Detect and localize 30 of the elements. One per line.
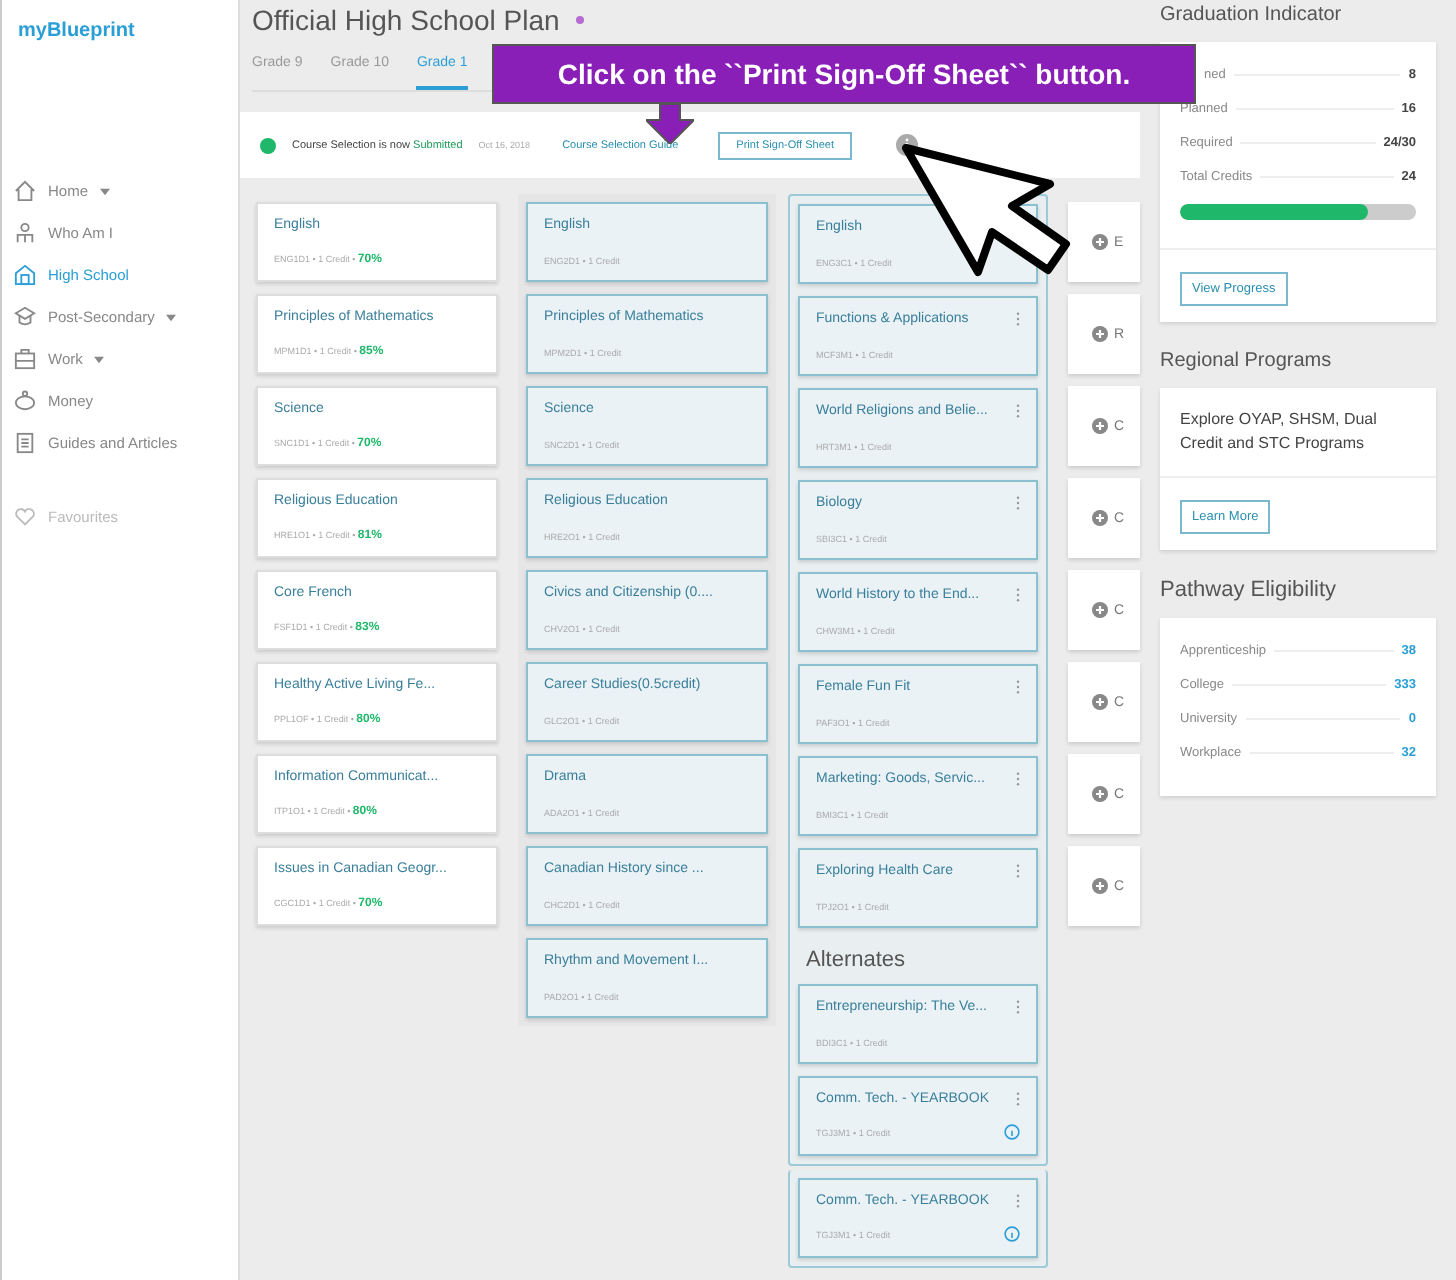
regional-text: Explore OYAP, SHSM, Dual Credit and STC Programs [1180,408,1379,456]
caret-icon [166,313,177,321]
heart-icon [14,506,36,528]
person-icon [14,222,36,244]
status-dot [260,137,276,153]
brand-logo[interactable]: myBlueprint [2,0,238,62]
school-icon [14,264,36,286]
caret-icon [100,187,111,195]
caret-icon [94,355,105,363]
plus-icon [1092,234,1108,250]
plus-icon [1092,418,1108,434]
section-heading: Pathway Eligibility [1160,578,1339,602]
status-dot [575,16,584,24]
section-heading: Graduation Indicator [1160,4,1344,26]
plus-icon [1092,786,1108,802]
plus-icon [1092,602,1108,618]
alternates-heading: Alternates [804,946,908,972]
piggy-icon [14,390,36,412]
plus-icon [1092,694,1108,710]
doc-icon [14,432,36,454]
page-title: Official High School Plan [252,4,560,36]
down-arrow-icon [646,104,694,144]
home-icon [14,180,36,202]
plus-icon [1092,878,1108,894]
plus-icon [1092,326,1108,342]
plus-icon [1092,510,1108,526]
section-heading: Regional Programs [1160,350,1334,372]
cap-icon [14,306,36,328]
tutorial-tooltip: Click on the ``Print Sign-Off Sheet`` button. [492,44,1196,104]
briefcase-icon [14,348,36,370]
